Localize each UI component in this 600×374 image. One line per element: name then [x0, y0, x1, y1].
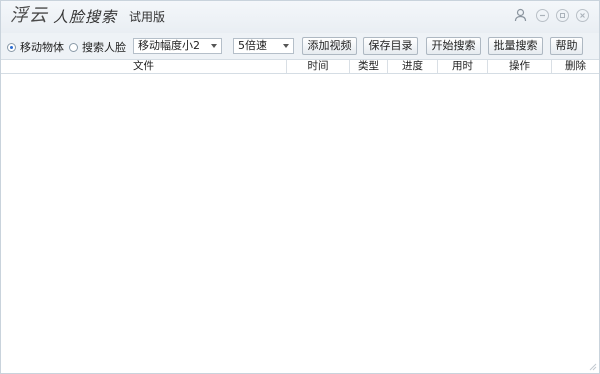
chevron-down-icon — [211, 44, 217, 48]
maximize-button[interactable] — [555, 8, 569, 22]
mode-radio-group: 移动物体 搜索人脸 — [7, 39, 128, 55]
user-button[interactable] — [513, 8, 527, 22]
radio-search-face[interactable]: 搜索人脸 — [69, 39, 126, 55]
radio-label-moving-object: 移动物体 — [20, 41, 64, 54]
close-icon — [575, 8, 589, 22]
help-button[interactable]: 帮助 — [550, 37, 583, 55]
toolbar: 移动物体 搜索人脸 移动幅度小2 5倍速 添加视频 保存目录 开始搜索 批量搜索… — [1, 33, 599, 59]
column-header-file[interactable]: 文件 — [1, 60, 287, 73]
start-search-button[interactable]: 开始搜索 — [426, 37, 481, 55]
column-header-duration[interactable]: 用时 — [438, 60, 488, 73]
batch-search-button[interactable]: 批量搜索 — [488, 37, 543, 55]
speed-select[interactable]: 5倍速 — [233, 38, 294, 54]
file-list[interactable] — [1, 74, 599, 373]
column-header-time[interactable]: 时间 — [287, 60, 350, 73]
user-icon — [514, 8, 526, 22]
close-button[interactable] — [575, 8, 589, 22]
speed-value: 5倍速 — [238, 39, 267, 52]
add-video-button[interactable]: 添加视频 — [302, 37, 357, 55]
column-header-progress[interactable]: 进度 — [388, 60, 438, 73]
app-title: 人脸搜索 — [53, 8, 118, 26]
radio-label-search-face: 搜索人脸 — [82, 41, 126, 54]
column-header-type[interactable]: 类型 — [350, 60, 388, 73]
chevron-down-icon — [283, 44, 289, 48]
radio-moving-object[interactable]: 移动物体 — [7, 39, 64, 55]
minimize-button[interactable] — [535, 8, 549, 22]
edition-label: 试用版 — [129, 10, 166, 24]
radio-unselected-icon — [69, 42, 78, 52]
save-directory-button[interactable]: 保存目录 — [363, 37, 418, 55]
radio-selected-icon — [7, 42, 16, 52]
title-bar: 浮云 人脸搜索 试用版 — [1, 1, 599, 33]
app-window: 浮云 人脸搜索 试用版 移动物体 搜索人脸 移动幅度小2 5倍速 添加视频 保存… — [0, 0, 600, 374]
column-header-delete[interactable]: 删除 — [552, 60, 599, 73]
minimize-icon — [535, 8, 549, 22]
resize-grip-icon[interactable] — [588, 362, 597, 371]
table-header: 文件 时间 类型 进度 用时 操作 删除 — [1, 59, 599, 74]
brand-logo-text: 浮云 — [10, 5, 48, 26]
column-header-action[interactable]: 操作 — [488, 60, 552, 73]
motion-sensitivity-select[interactable]: 移动幅度小2 — [133, 38, 222, 54]
maximize-icon — [555, 8, 569, 22]
motion-sensitivity-value: 移动幅度小2 — [138, 39, 200, 52]
